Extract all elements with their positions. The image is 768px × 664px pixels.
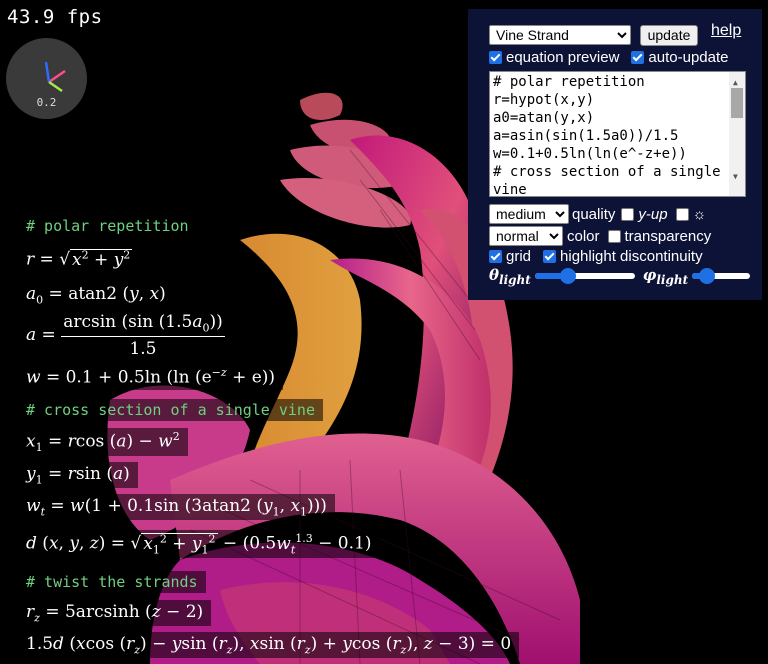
eq-a0: a0 = atan2 (y, x) bbox=[18, 282, 174, 309]
theta-light-label: θlight bbox=[489, 265, 531, 287]
quality-label: quality bbox=[572, 205, 616, 223]
preset-select[interactable]: Vine Strand bbox=[489, 25, 631, 45]
eq-r: r = √ x2 + y2 bbox=[18, 246, 141, 272]
yup-label: y-up bbox=[638, 205, 668, 223]
scroll-thumb[interactable] bbox=[731, 88, 743, 118]
eq-final: 1.5d (xcos (rz) − ysin (rz), xsin (rz) +… bbox=[18, 632, 520, 659]
phi-slider-knob[interactable] bbox=[699, 268, 716, 284]
help-link[interactable]: help bbox=[711, 22, 741, 40]
axes-gizmo[interactable]: 0.2 bbox=[6, 38, 87, 119]
theta-slider-knob[interactable] bbox=[559, 268, 576, 284]
transparency-label: transparency bbox=[624, 227, 712, 245]
eq-w: w = 0.1 + 0.5ln (ln (e−z + e)) bbox=[18, 364, 284, 390]
fps-counter: 43.9 fps bbox=[7, 6, 103, 28]
eq-x1: x1 = rcos (a) − w2 bbox=[18, 428, 188, 457]
equation-textarea[interactable]: # polar repetition r=hypot(x,y) a0=atan(… bbox=[489, 71, 746, 197]
eq-a: a = arcsin (sin (1.5a0)) 1.5 bbox=[18, 310, 233, 362]
control-panel: Vine Strand update help equation preview… bbox=[468, 9, 762, 300]
comment-cross-section: # cross section of a single vine bbox=[18, 399, 323, 421]
highlight-label: highlight discontinuity bbox=[560, 247, 703, 265]
equation-code: # polar repetition r=hypot(x,y) a0=atan(… bbox=[493, 74, 721, 197]
comment-polar: # polar repetition bbox=[18, 215, 197, 237]
grid-checkbox[interactable] bbox=[489, 249, 502, 263]
color-select[interactable]: normal bbox=[489, 226, 563, 246]
phi-light-slider[interactable] bbox=[692, 268, 751, 284]
textarea-scrollbar[interactable]: ▲ ▼ bbox=[729, 72, 745, 196]
eq-rz: rz = 5arcsinh (z − 2) bbox=[18, 600, 212, 627]
sun-icon: ☼ bbox=[692, 205, 707, 223]
auto-update-label: auto-update bbox=[648, 48, 729, 66]
eq-y1: y1 = rsin (a) bbox=[18, 462, 138, 489]
equation-preview-checkbox[interactable] bbox=[489, 50, 502, 64]
transparency-checkbox[interactable] bbox=[607, 229, 621, 243]
eq-d: d (x, y, z) = √ x12 + y12 − (0.5wt1.3 − 0… bbox=[18, 530, 380, 559]
theta-light-slider[interactable] bbox=[534, 268, 635, 284]
eq-wt: wt = w(1 + 0.1sin (3atan2 (y1, x1))) bbox=[18, 494, 335, 521]
color-label: color bbox=[567, 227, 600, 245]
phi-light-label: φlight bbox=[642, 265, 689, 287]
light-checkbox[interactable] bbox=[675, 207, 689, 221]
gizmo-value: 0.2 bbox=[36, 96, 57, 109]
equation-preview-label: equation preview bbox=[506, 48, 620, 66]
auto-update-checkbox[interactable] bbox=[631, 50, 645, 64]
yup-checkbox[interactable] bbox=[621, 207, 635, 221]
grid-label: grid bbox=[506, 247, 532, 265]
quality-select[interactable]: medium bbox=[489, 204, 569, 224]
update-button[interactable]: update bbox=[640, 25, 698, 46]
scroll-down-icon[interactable]: ▼ bbox=[733, 168, 738, 186]
comment-twist: # twist the strands bbox=[18, 571, 206, 593]
highlight-checkbox[interactable] bbox=[543, 249, 557, 263]
